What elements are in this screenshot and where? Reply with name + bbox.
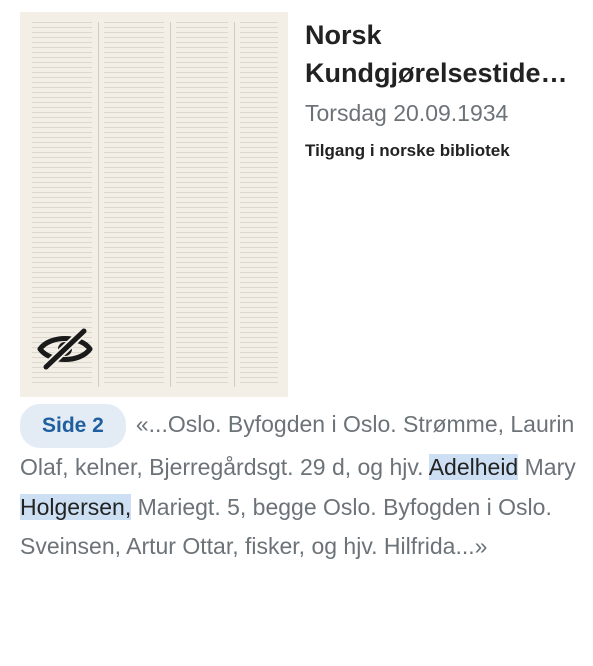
thumbnail-column: [104, 22, 164, 387]
snippet-text-middle: Mary: [518, 454, 576, 480]
title-line-2: Kundgjørelsestide…: [305, 58, 568, 88]
search-highlight: Holgersen,: [20, 493, 132, 520]
eye-slash-icon: [37, 327, 93, 371]
thumbnail-column: [240, 22, 278, 387]
thumbnail-divider: [234, 22, 235, 387]
page-chip[interactable]: Side 2: [20, 404, 126, 448]
publication-date: Torsdag 20.09.1934: [305, 100, 509, 126]
search-snippet: Side 2 «...Oslo. Byfogden i Oslo. Strømme…: [20, 404, 580, 567]
thumbnail-divider: [98, 22, 99, 387]
document-title[interactable]: Norsk Kundgjørelsestide…: [305, 16, 587, 92]
thumbnail-divider: [170, 22, 171, 387]
title-line-1: Norsk: [305, 20, 382, 50]
document-thumbnail[interactable]: [20, 12, 288, 397]
thumbnail-column: [176, 22, 228, 387]
access-label: Tilgang i norske bibliotek: [305, 141, 510, 160]
search-highlight: Adelheid: [428, 454, 519, 480]
